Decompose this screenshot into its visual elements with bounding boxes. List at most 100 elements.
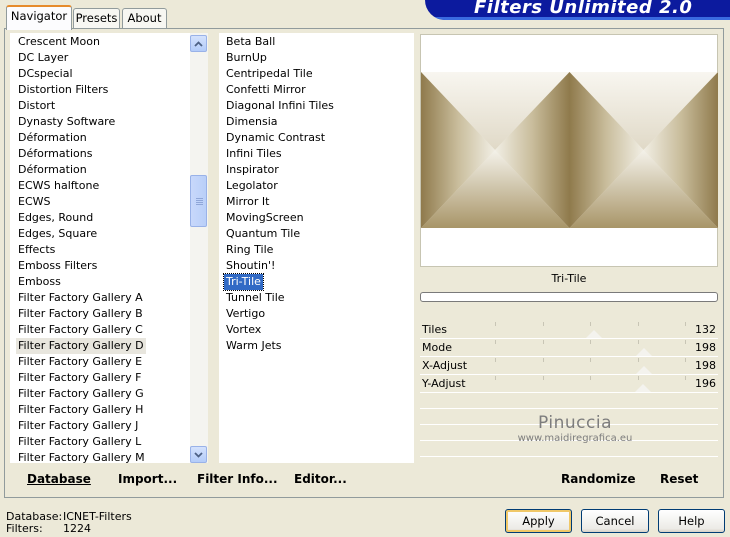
scroll-thumb[interactable] [190, 175, 207, 227]
filter-item[interactable]: Inspirator [224, 162, 281, 178]
category-item[interactable]: Filter Factory Gallery G [16, 386, 146, 402]
tab-presets[interactable]: Presets [73, 8, 120, 29]
filter-info-button[interactable]: Filter Info... [197, 472, 278, 486]
category-item[interactable]: Filter Factory Gallery M [16, 450, 147, 463]
category-item[interactable]: Filter Factory Gallery D [16, 338, 146, 354]
cancel-button[interactable]: Cancel [581, 509, 649, 533]
category-item[interactable]: Emboss [16, 274, 63, 290]
filter-item[interactable]: Legolator [224, 178, 280, 194]
category-item[interactable]: Déformation [16, 130, 89, 146]
category-item[interactable]: Edges, Round [16, 210, 95, 226]
watermark-name: Pinuccia [538, 413, 612, 433]
import-button[interactable]: Import... [118, 472, 177, 486]
category-item[interactable]: Effects [16, 242, 57, 258]
slider-tick [590, 358, 591, 362]
param-slider[interactable] [495, 322, 687, 338]
filter-item[interactable]: Tunnel Tile [224, 290, 287, 306]
param-row: X-Adjust 198 [420, 358, 718, 375]
category-item[interactable]: Filter Factory Gallery C [16, 322, 145, 338]
param-label: Y-Adjust [422, 377, 466, 390]
filter-item[interactable]: Diagonal Infini Tiles [224, 98, 336, 114]
reset-button[interactable]: Reset [660, 472, 698, 486]
progress-bar [420, 292, 718, 302]
chevron-up-icon [194, 40, 203, 47]
category-item[interactable]: Filter Factory Gallery F [16, 370, 143, 386]
param-row: Mode 198 [420, 340, 718, 357]
randomize-button[interactable]: Randomize [561, 472, 635, 486]
filter-item[interactable]: Dynamic Contrast [224, 130, 327, 146]
filter-list[interactable]: Beta Ball BurnUp Centripedal Tile Confetti … [219, 33, 414, 463]
category-item[interactable]: Filter Factory Gallery L [16, 434, 143, 450]
param-value: 198 [695, 359, 716, 372]
slider-tick [495, 358, 496, 362]
watermark: Pinuccia www.maidiregrafica.eu [505, 413, 645, 445]
filter-item[interactable]: Vertigo [224, 306, 267, 322]
filter-item[interactable]: Dimensia [224, 114, 280, 130]
chevron-down-icon [194, 451, 203, 458]
slider-tick [590, 376, 591, 380]
filter-item[interactable]: BurnUp [224, 50, 269, 66]
category-item[interactable]: Filter Factory Gallery J [16, 418, 140, 434]
category-scrollbar[interactable] [190, 33, 208, 463]
slider-knob[interactable] [635, 384, 651, 392]
category-item[interactable]: DCspecial [16, 66, 75, 82]
param-slider[interactable] [495, 376, 687, 392]
editor-button[interactable]: Editor... [294, 472, 347, 486]
slider-tick [590, 322, 591, 326]
category-item[interactable]: Dynasty Software [16, 114, 117, 130]
filter-item[interactable]: Vortex [224, 322, 263, 338]
filter-item[interactable]: Confetti Mirror [224, 82, 308, 98]
slider-tick [638, 340, 639, 344]
filter-item[interactable]: Shoutin'! [224, 258, 277, 274]
filter-item[interactable]: Centripedal Tile [224, 66, 315, 82]
param-slider[interactable] [495, 358, 687, 374]
tab-navigator[interactable]: Navigator [6, 5, 72, 30]
category-item[interactable]: Filter Factory Gallery H [16, 402, 145, 418]
slider-knob[interactable] [586, 330, 602, 338]
param-label: X-Adjust [422, 359, 468, 372]
scroll-up-button[interactable] [190, 35, 207, 52]
filter-item[interactable]: Ring Tile [224, 242, 275, 258]
empty-control-row [420, 394, 718, 409]
slider-tick [638, 376, 639, 380]
help-button[interactable]: Help [658, 509, 725, 533]
slider-tick [685, 376, 686, 380]
filter-item[interactable]: Quantum Tile [224, 226, 302, 242]
filter-item[interactable]: Beta Ball [224, 34, 277, 50]
category-item[interactable]: Déformations [16, 146, 94, 162]
filter-item[interactable]: Warm Jets [224, 338, 284, 354]
filter-item[interactable]: Infini Tiles [224, 146, 284, 162]
param-slider[interactable] [495, 340, 687, 356]
category-item[interactable]: Crescent Moon [16, 34, 102, 50]
slider-tick [685, 322, 686, 326]
param-row: Tiles 132 [420, 322, 718, 339]
category-item[interactable]: Emboss Filters [16, 258, 99, 274]
slider-knob[interactable] [636, 348, 652, 356]
slider-tick [685, 358, 686, 362]
slider-knob[interactable] [636, 366, 652, 374]
category-list[interactable]: Crescent Moon DC Layer DCspecial Distortion… [10, 33, 190, 463]
filter-item[interactable]: Mirror It [224, 194, 271, 210]
filter-item[interactable]: MovingScreen [224, 210, 306, 226]
category-item[interactable]: Edges, Square [16, 226, 99, 242]
tab-about[interactable]: About [122, 8, 167, 29]
category-item[interactable]: Distortion Filters [16, 82, 110, 98]
filter-item[interactable]: Tri-Tile [223, 273, 264, 291]
apply-button[interactable]: Apply [505, 509, 572, 533]
category-item[interactable]: ECWS [16, 194, 53, 210]
filter-title: Tri-Tile [551, 272, 587, 285]
filters-count-label: Filters: [6, 522, 43, 535]
slider-tick [590, 340, 591, 344]
category-item[interactable]: Filter Factory Gallery E [16, 354, 144, 370]
slider-tick [495, 322, 496, 326]
slider-tick [638, 358, 639, 362]
category-item[interactable]: Distort [16, 98, 57, 114]
category-item[interactable]: DC Layer [16, 50, 70, 66]
database-button[interactable]: Database [27, 472, 91, 486]
category-item[interactable]: Filter Factory Gallery A [16, 290, 145, 306]
slider-tick [543, 340, 544, 344]
scroll-down-button[interactable] [190, 446, 207, 463]
category-item[interactable]: Déformation [16, 162, 89, 178]
category-item[interactable]: ECWS halftone [16, 178, 101, 194]
category-item[interactable]: Filter Factory Gallery B [16, 306, 145, 322]
